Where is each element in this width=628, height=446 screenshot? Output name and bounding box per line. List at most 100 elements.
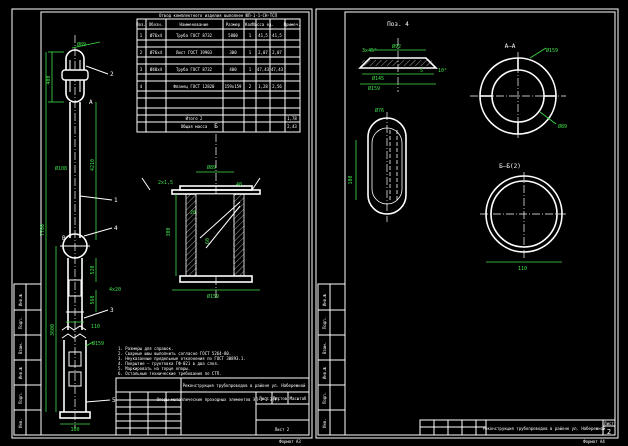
- dim-bottom-dia: Ø159: [92, 340, 104, 347]
- svg-text:2,56: 2,56: [272, 84, 282, 89]
- stamp-code-scale: Масштаб: [290, 396, 307, 401]
- format-right: Формат А4: [583, 439, 605, 444]
- slot-detail: Ø76 100: [348, 107, 407, 222]
- svg-text:Инв.№: Инв.№: [18, 293, 23, 306]
- svg-text:300: 300: [229, 50, 237, 55]
- stamp-code-sheets: Листов: [273, 396, 287, 401]
- format-left: Формат А3: [279, 439, 301, 444]
- pos4-label: Поз. 4: [387, 21, 409, 28]
- svg-text:Инв.: Инв.: [322, 418, 327, 428]
- dim-7700: 7700: [40, 224, 46, 236]
- section-a-marker: A: [89, 99, 93, 106]
- svg-text:Ø76х4: Ø76х4: [150, 33, 163, 38]
- section-bb: Б–Б(2) 110: [480, 163, 568, 272]
- spec-row: 4 Фланец ГОСТ 12820 159x159 2 1,28 2,56: [140, 84, 283, 89]
- spec-header-name: Наименование: [180, 22, 209, 27]
- stamp-header-right: Реконструкция трубопроводов в районе ул.…: [483, 426, 606, 431]
- spec-header-mass: Масса ед.: [252, 22, 274, 27]
- pos4-dia-92: Ø92: [392, 43, 401, 50]
- svg-text:Инв.№: Инв.№: [322, 293, 327, 306]
- spec-total-mass-value: 2,43: [287, 124, 297, 129]
- title-block-left: Реконструкция трубопроводов в районе ул.…: [115, 377, 310, 444]
- svg-text:Труба ГОСТ 8732: Труба ГОСТ 8732: [176, 33, 213, 38]
- stamp-code-sheet: Лист: [259, 396, 269, 401]
- spec-header-size: Размер: [226, 22, 241, 27]
- section-bb-label: Б–Б(2): [499, 163, 521, 170]
- svg-text:Ø76х4: Ø76х4: [150, 50, 163, 55]
- svg-text:Взам.: Взам.: [18, 342, 23, 354]
- stamp-sheet-left: Лист 2: [275, 427, 290, 432]
- svg-text:41,5: 41,5: [272, 33, 282, 38]
- view-b-detail: Б 300 Ø89 Ø159 20 60 40 2x1,5: [141, 123, 261, 300]
- sheet-left: Инв.№ Подп. Взам. Инв.№ Подп. Инв. Отвод…: [11, 8, 313, 444]
- spec-table: Отвод комплектного изделия выполнен ЮП-1…: [136, 13, 301, 133]
- tech-notes: 1. Размеры для справок. 2. Сварные швы в…: [118, 346, 246, 376]
- pos4-dia-145: Ø145: [372, 75, 384, 82]
- view-b-dim-300: 300: [166, 227, 172, 236]
- svg-text:2: 2: [249, 84, 252, 89]
- pos4-dia-159: Ø159: [368, 85, 380, 92]
- binding-strip-left: Инв.№ Подп. Взам. Инв.№ Подп. Инв.: [13, 283, 42, 436]
- section-aa-dia-159: Ø159: [546, 47, 558, 54]
- note-6: 6. Остальные технические требования по С…: [118, 371, 222, 376]
- slot-dim-100: 100: [348, 175, 354, 184]
- svg-text:2,07: 2,07: [258, 50, 268, 55]
- spec-header-pos: Поз.: [136, 22, 146, 27]
- view-b-chamfer: 2x1,5: [158, 180, 173, 186]
- dim-110: 110: [91, 324, 100, 330]
- view-b-dia-top: Ø89: [207, 164, 216, 171]
- svg-text:2,07: 2,07: [272, 50, 282, 55]
- svg-text:Инв.№: Инв.№: [18, 366, 23, 379]
- pos4-flange-section: Поз. 4 Ø92 3х45° Ø145 Ø159 10° 5: [358, 21, 447, 92]
- svg-text:47,43: 47,43: [271, 67, 284, 72]
- stamp-sheet-right: Лист: [604, 421, 614, 426]
- section-aa-label: А–А: [505, 43, 516, 50]
- node-b-marker: B: [62, 235, 66, 242]
- dim-560: 560: [90, 295, 96, 304]
- leader-4: 4: [114, 225, 118, 232]
- svg-text:159x159: 159x159: [225, 84, 242, 89]
- view-b-label: Б: [214, 123, 218, 130]
- binding-strip-right: Инв.№ Подп. Взам. Инв.№ Подп. Инв.: [317, 283, 346, 436]
- svg-text:Инв.: Инв.: [18, 418, 23, 428]
- stamp-header-left: Реконструкция трубопроводов в районе ул.…: [183, 383, 306, 388]
- sheet-right-inner-frame: [344, 11, 616, 436]
- svg-text:41,5: 41,5: [258, 33, 268, 38]
- spec-row: 3 Ø40х4 Труба ГОСТ 8732 400 1 47,43 47,4…: [140, 67, 284, 72]
- svg-text:Подп.: Подп.: [322, 317, 327, 329]
- view-b-dim-60: 60: [205, 238, 211, 244]
- dim-400: 400: [46, 75, 52, 84]
- spec-total-mass-label: Общая масса: [181, 124, 208, 129]
- spec-total-value: 1,78: [287, 116, 297, 121]
- svg-text:Лист ГОСТ 19903: Лист ГОСТ 19903: [176, 50, 213, 55]
- section-aa: А–А Ø159 Ø89: [470, 43, 567, 140]
- spec-total-label: Итого 2: [186, 116, 203, 121]
- svg-text:1: 1: [249, 50, 252, 55]
- view-b-dim-20: 20: [190, 210, 196, 216]
- spec-row: 1 Ø76х4 Труба ГОСТ 8732 5800 1 41,5 41,5: [140, 33, 283, 38]
- svg-text:Ø40х4: Ø40х4: [150, 67, 163, 72]
- dim-4210: 4210: [90, 159, 96, 171]
- pos4-angle: 10°: [438, 68, 447, 74]
- sheet-right: Инв.№ Подп. Взам. Инв.№ Подп. Инв. Поз. …: [315, 8, 619, 444]
- leader-3: 3: [110, 307, 114, 314]
- slot-dia-76: Ø76: [375, 107, 384, 114]
- leader-1: 1: [114, 197, 118, 204]
- dim-100: 100: [70, 427, 79, 433]
- svg-text:Фланец ГОСТ 12820: Фланец ГОСТ 12820: [174, 84, 216, 89]
- drawing-canvas[interactable]: Инв.№ Подп. Взам. Инв.№ Подп. Инв. Отвод…: [0, 0, 628, 446]
- svg-text:Подп.: Подп.: [322, 392, 327, 404]
- pole-elevation: 400 4210 7700 3600 520 560 110 100 Ø89 Ø…: [40, 35, 121, 433]
- svg-text:Труба ГОСТ 8732: Труба ГОСТ 8732: [176, 67, 213, 72]
- leader-5: 5: [112, 397, 116, 404]
- svg-text:Взам.: Взам.: [322, 342, 327, 354]
- svg-text:Подп.: Подп.: [18, 317, 23, 329]
- svg-text:Подп.: Подп.: [18, 392, 23, 404]
- view-b-dim-40: 40: [236, 182, 242, 188]
- svg-text:1,28: 1,28: [258, 84, 268, 89]
- view-b-dia-bottom: Ø159: [207, 293, 219, 300]
- dim-4x20: 4x20: [109, 287, 121, 293]
- spec-title: Отвод комплектного изделия выполнен ЮП-1…: [159, 13, 278, 18]
- leader-2: 2: [110, 71, 114, 78]
- svg-text:1: 1: [140, 33, 143, 38]
